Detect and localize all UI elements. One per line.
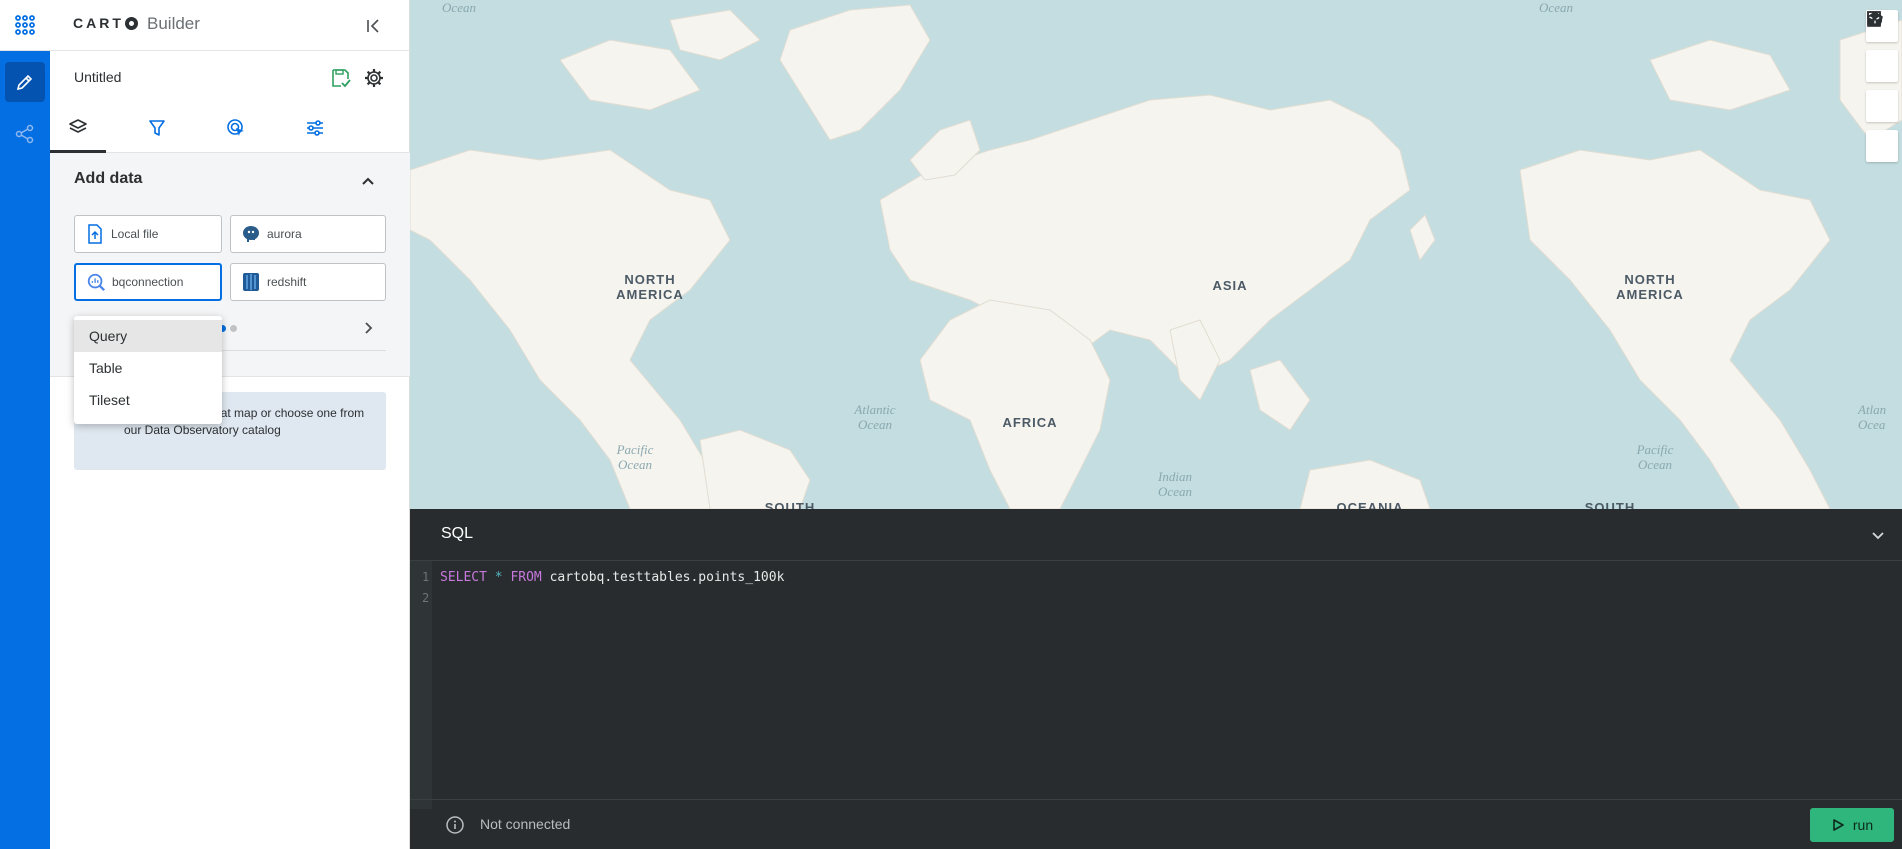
map-settings-button[interactable] bbox=[363, 67, 385, 89]
line-number: 1 bbox=[422, 570, 430, 584]
gear-icon bbox=[365, 69, 383, 87]
share-button[interactable] bbox=[5, 114, 45, 154]
ocean-label: Indian Ocean bbox=[1158, 469, 1192, 499]
chevron-right-icon bbox=[365, 322, 373, 334]
sql-operator: * bbox=[494, 570, 503, 585]
pencil-icon bbox=[16, 74, 33, 91]
interaction-icon bbox=[227, 119, 244, 136]
ocean-label: Pacific Ocean bbox=[616, 442, 654, 472]
sidebar-tabs bbox=[50, 103, 410, 153]
connection-status: Not connected bbox=[480, 816, 571, 832]
map-toolbar bbox=[1866, 10, 1902, 170]
left-rail bbox=[0, 0, 50, 849]
polygon-icon bbox=[1867, 11, 1883, 26]
map-titlebar: Untitled bbox=[50, 52, 410, 102]
source-type-menu: Query Table Tileset bbox=[74, 316, 222, 424]
product-name: Builder bbox=[147, 14, 200, 33]
source-label: Local file bbox=[111, 227, 159, 241]
upload-file-icon bbox=[85, 223, 105, 245]
source-label: bqconnection bbox=[112, 275, 184, 289]
collapse-left-icon bbox=[367, 19, 379, 33]
continent-label: OCEANIA bbox=[1336, 500, 1404, 509]
share-icon bbox=[15, 124, 34, 144]
tab-filters[interactable] bbox=[129, 103, 185, 153]
run-label: run bbox=[1852, 817, 1874, 833]
filter-icon bbox=[149, 120, 165, 136]
brand-header: CART Builder bbox=[50, 0, 410, 51]
sidebar: CART Builder Untitled Add data Local fil… bbox=[50, 0, 410, 849]
source-aurora[interactable]: aurora bbox=[230, 215, 386, 253]
apps-grid-icon bbox=[15, 15, 35, 35]
tab-interactions[interactable] bbox=[208, 103, 264, 153]
sql-footer: Not connected run bbox=[410, 799, 1902, 849]
continent-label: SOUTH bbox=[1584, 500, 1636, 509]
saved-check-icon bbox=[332, 69, 351, 88]
play-icon bbox=[1833, 819, 1844, 831]
basemap-land bbox=[410, 4, 1902, 509]
ocean-label: Pacific Ocean bbox=[1636, 442, 1674, 472]
sql-keyword: FROM bbox=[510, 570, 542, 585]
tab-settings[interactable] bbox=[287, 103, 343, 153]
3d-view-button[interactable] bbox=[1866, 12, 1898, 82]
source-local-file[interactable]: Local file bbox=[74, 215, 222, 253]
sql-editor[interactable]: 1 SELECT * FROM cartobq.testtables.points… bbox=[422, 567, 784, 609]
info-circle-icon bbox=[445, 815, 465, 835]
ocean-label: Ocean bbox=[1539, 0, 1573, 15]
postgres-icon bbox=[241, 223, 261, 245]
run-query-button[interactable]: run bbox=[1810, 808, 1894, 842]
chevron-up-icon bbox=[362, 177, 374, 185]
continent-label: SOUTH bbox=[764, 500, 816, 509]
source-label: redshift bbox=[267, 275, 307, 289]
collapse-sql-button[interactable] bbox=[1870, 527, 1886, 543]
source-bqconnection[interactable]: bqconnection bbox=[74, 263, 222, 301]
map-canvas[interactable]: Ocean Ocean NORTH AMERICA ASIA AFRICA SOU… bbox=[410, 0, 1902, 509]
sql-header: SQL bbox=[410, 509, 1902, 561]
redshift-icon bbox=[241, 271, 261, 293]
sql-panel: SQL 1 SELECT * FROM cartobq.testtables.po… bbox=[410, 509, 1902, 849]
draw-polygon-button[interactable] bbox=[1866, 11, 1898, 162]
save-status-button[interactable] bbox=[330, 67, 352, 89]
add-data-title: Add data bbox=[74, 170, 143, 187]
layers-icon bbox=[69, 118, 87, 133]
sql-table-name: cartobq.testtables.points_100k bbox=[549, 570, 785, 585]
carto-logo: CART bbox=[73, 15, 139, 31]
sql-title: SQL bbox=[441, 525, 474, 542]
collapse-panel-button[interactable] bbox=[360, 173, 376, 189]
continent-label: NORTH AMERICA bbox=[616, 272, 684, 302]
continent-label: NORTH AMERICA bbox=[1616, 272, 1684, 302]
menu-item-tileset[interactable]: Tileset bbox=[74, 384, 222, 416]
menu-item-table[interactable]: Table bbox=[74, 352, 222, 384]
edit-map-button[interactable] bbox=[5, 62, 45, 102]
menu-item-query[interactable]: Query bbox=[74, 320, 222, 352]
ocean-label: Atlan Ocea bbox=[1858, 402, 1887, 432]
code-line: 2 bbox=[422, 588, 784, 609]
pager-dot[interactable] bbox=[230, 325, 237, 332]
continent-label: AFRICA bbox=[1002, 415, 1058, 430]
map-title[interactable]: Untitled bbox=[74, 69, 121, 85]
line-number: 2 bbox=[422, 591, 430, 605]
source-redshift[interactable]: redshift bbox=[230, 263, 386, 301]
continent-label: ASIA bbox=[1212, 278, 1248, 293]
collapse-sidebar-button[interactable] bbox=[363, 16, 383, 36]
sql-keyword: SELECT bbox=[440, 570, 487, 585]
bigquery-icon bbox=[86, 271, 106, 293]
ocean-label: Atlantic Ocean bbox=[854, 402, 896, 432]
app: CART Builder Untitled Add data Local fil… bbox=[0, 0, 1902, 849]
code-line: 1 SELECT * FROM cartobq.testtables.points… bbox=[422, 567, 784, 588]
tab-layers[interactable] bbox=[50, 103, 106, 153]
ocean-label: Ocean bbox=[442, 0, 476, 15]
apps-menu-button[interactable] bbox=[0, 0, 50, 51]
pager-next-button[interactable] bbox=[360, 320, 376, 336]
chevron-down-icon bbox=[1872, 532, 1884, 540]
source-label: aurora bbox=[267, 227, 302, 241]
sliders-icon bbox=[307, 120, 323, 136]
data-table-button[interactable] bbox=[1866, 11, 1898, 122]
